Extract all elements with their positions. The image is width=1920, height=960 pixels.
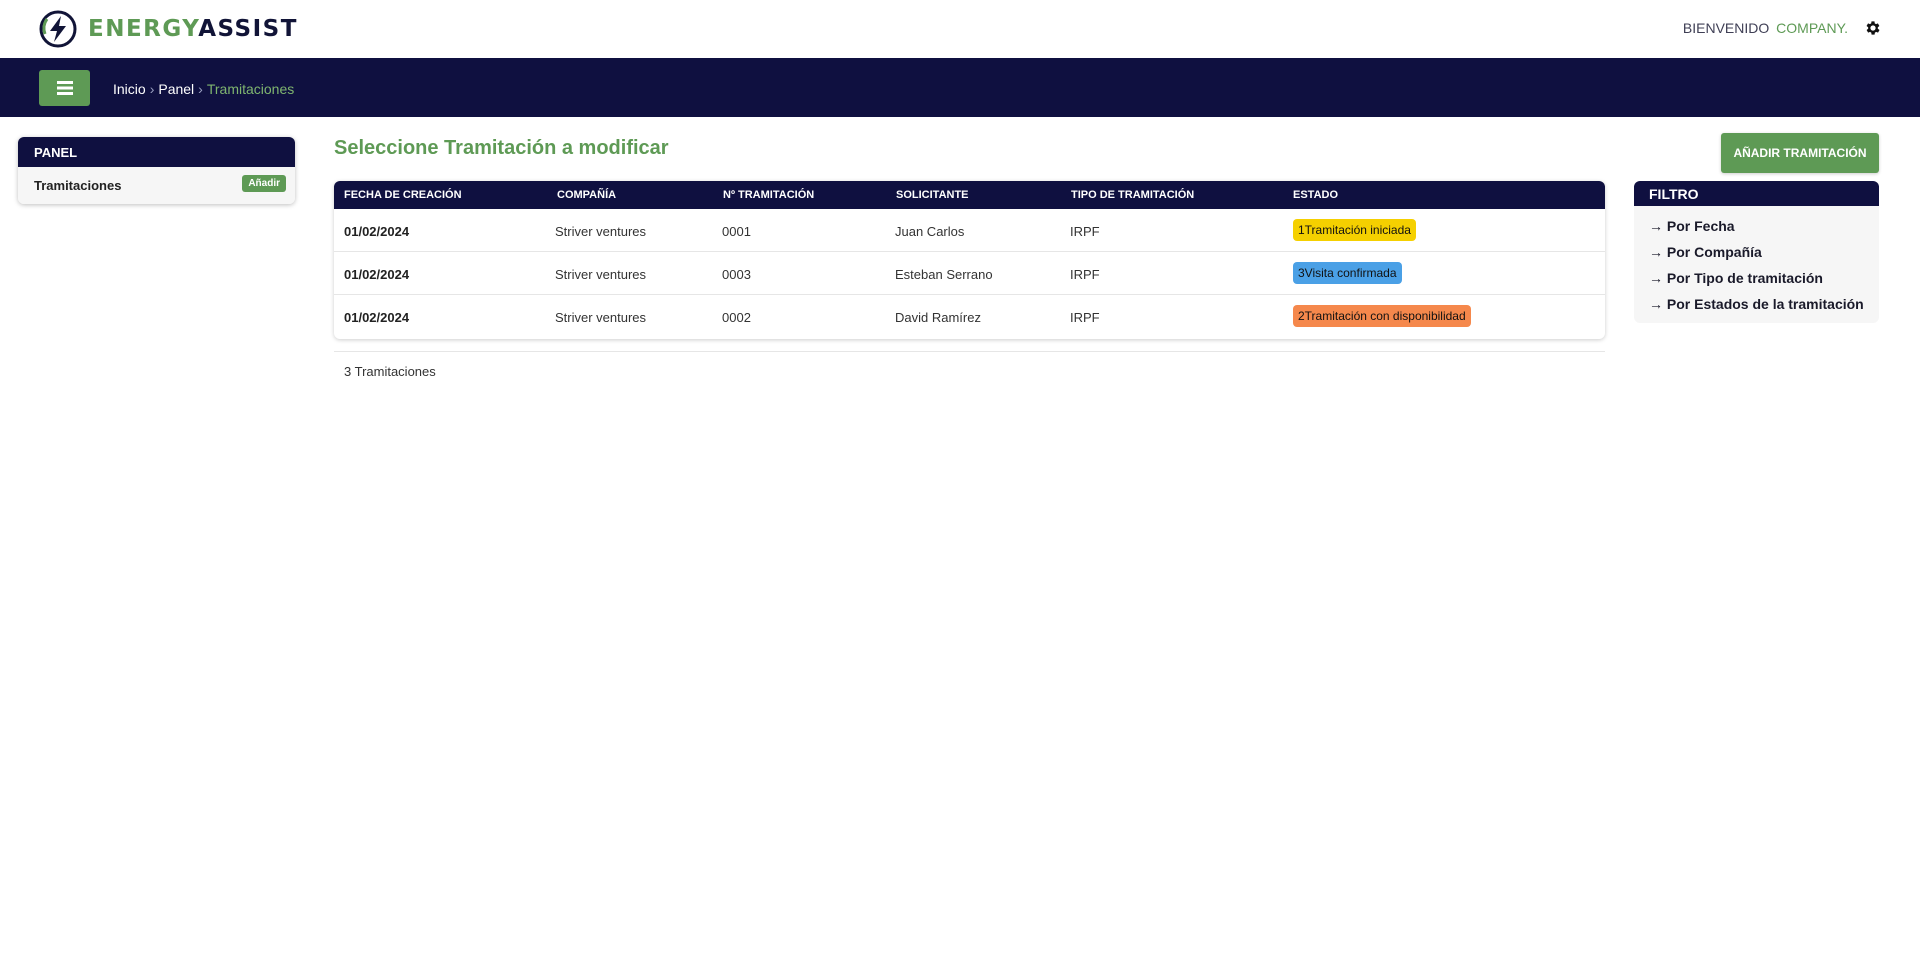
status-badge: 1Tramitación iniciada	[1293, 219, 1416, 241]
filter-by-company[interactable]: → Por Compañía	[1649, 242, 1879, 268]
filter-title: FILTRO	[1634, 181, 1879, 206]
nav-bar: Inicio › Panel › Tramitaciones	[0, 58, 1920, 117]
tramitaciones-table: FECHA DE CREACIÓN COMPAÑÍA Nº TRAMITACIÓ…	[334, 181, 1605, 339]
welcome-message: BIENVENIDO COMPANY.	[1683, 20, 1848, 36]
column-header-compania[interactable]: COMPAÑÍA	[557, 189, 616, 201]
cell-compania: Striver ventures	[555, 310, 647, 325]
breadcrumb-home[interactable]: Inicio	[113, 81, 146, 97]
brand-logo[interactable]: ENERGYASSIST	[38, 8, 298, 50]
filter-panel: FILTRO → Por Fecha → Por Compañía → Por …	[1634, 181, 1879, 323]
table-header: FECHA DE CREACIÓN COMPAÑÍA Nº TRAMITACIÓ…	[334, 181, 1605, 209]
breadcrumb-separator: ›	[198, 81, 203, 97]
cell-solicitante: Juan Carlos	[895, 224, 965, 239]
cell-tipo: IRPF	[1070, 224, 1100, 239]
column-header-solicitante[interactable]: SOLICITANTE	[896, 189, 969, 201]
brand-name-part1: ENERGY	[88, 16, 199, 42]
brand-name-part2: ASSIST	[198, 16, 298, 42]
result-count: 3 Tramitaciones	[344, 364, 436, 379]
filter-list: → Por Fecha → Por Compañía → Por Tipo de…	[1634, 206, 1879, 320]
cell-numero: 0003	[722, 267, 751, 282]
gear-icon[interactable]	[1864, 19, 1882, 37]
breadcrumb-current: Tramitaciones	[206, 81, 295, 97]
cell-solicitante: David Ramírez	[895, 310, 981, 325]
brand-name: ENERGYASSIST	[88, 16, 298, 42]
page-title: Seleccione Tramitación a modificar	[334, 137, 669, 159]
sidebar-panel: PANEL Tramitaciones Añadir	[18, 137, 295, 204]
company-name: COMPANY.	[1776, 20, 1848, 36]
cell-fecha[interactable]: 01/02/2024	[344, 310, 409, 325]
sidebar-item-tramitaciones[interactable]: Tramitaciones Añadir	[18, 167, 295, 204]
filter-by-status[interactable]: → Por Estados de la tramitación	[1649, 294, 1879, 320]
sidebar-add-button[interactable]: Añadir	[242, 175, 286, 192]
hamburger-icon	[56, 81, 73, 95]
breadcrumb: Inicio › Panel › Tramitaciones	[113, 81, 294, 97]
breadcrumb-panel[interactable]: Panel	[158, 81, 194, 97]
column-header-numero[interactable]: Nº TRAMITACIÓN	[723, 189, 814, 201]
top-header: ENERGYASSIST BIENVENIDO COMPANY.	[0, 0, 1920, 58]
cell-solicitante: Esteban Serrano	[895, 267, 993, 282]
cell-compania: Striver ventures	[555, 224, 647, 239]
divider	[334, 351, 1605, 352]
lightning-bolt-icon	[39, 10, 77, 48]
cell-fecha[interactable]: 01/02/2024	[344, 224, 409, 239]
column-header-estado[interactable]: ESTADO	[1293, 189, 1338, 201]
cell-fecha[interactable]: 01/02/2024	[344, 267, 409, 282]
sidebar-item-label[interactable]: Tramitaciones	[34, 178, 121, 193]
column-header-fecha[interactable]: FECHA DE CREACIÓN	[344, 189, 462, 201]
welcome-text: BIENVENIDO	[1682, 20, 1770, 36]
breadcrumb-separator: ›	[149, 81, 155, 97]
status-badge: 2Tramitación con disponibilidad	[1293, 305, 1471, 327]
filter-by-date[interactable]: → Por Fecha	[1649, 216, 1879, 242]
table-row[interactable]: 01/02/2024 Striver ventures 0002 David R…	[334, 295, 1605, 338]
table-row[interactable]: 01/02/2024 Striver ventures 0001 Juan Ca…	[334, 209, 1605, 252]
sidebar-panel-title: PANEL	[18, 137, 295, 167]
table-row[interactable]: 01/02/2024 Striver ventures 0003 Esteban…	[334, 252, 1605, 295]
column-header-tipo[interactable]: TIPO DE TRAMITACIÓN	[1071, 189, 1194, 201]
filter-by-type[interactable]: → Por Tipo de tramitación	[1649, 268, 1879, 294]
cell-numero: 0001	[722, 224, 751, 239]
cell-tipo: IRPF	[1070, 267, 1100, 282]
add-tramitacion-button[interactable]: AÑADIR TRAMITACIÓN	[1721, 133, 1879, 173]
cell-compania: Striver ventures	[555, 267, 647, 282]
status-badge: 3Visita confirmada	[1293, 262, 1402, 284]
cell-numero: 0002	[722, 310, 751, 325]
menu-toggle-button[interactable]	[39, 70, 90, 106]
cell-tipo: IRPF	[1070, 310, 1100, 325]
